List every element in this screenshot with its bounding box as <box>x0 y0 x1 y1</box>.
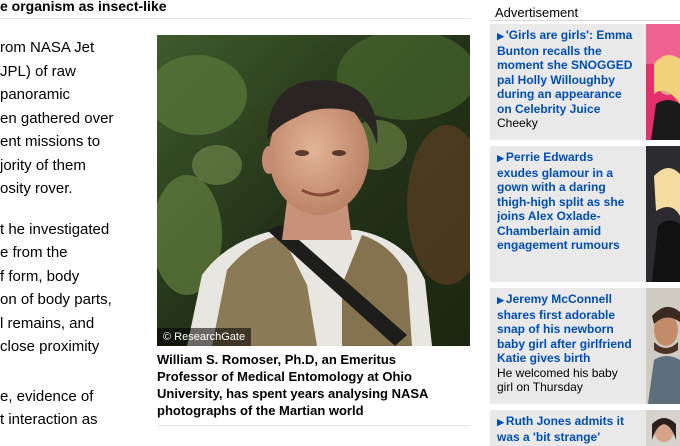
story-title[interactable]: ▶ Jeremy McConnell shares first adorable … <box>497 292 645 366</box>
photo-caption: William S. Romoser, Ph.D, an Emeritus Pr… <box>157 351 470 419</box>
sidebar-story-emma-bunton[interactable]: ▶ 'Girls are girls': Emma Bunton recalls … <box>490 24 680 140</box>
article-headline: e organism as insect-like <box>0 0 167 14</box>
portrait-illustration <box>157 35 470 346</box>
sidebar-story-jeremy-mcconnell[interactable]: ▶ Jeremy McConnell shares first adorable … <box>490 288 680 404</box>
article-line: close proximity <box>0 338 100 355</box>
article-line: e from the <box>0 244 68 261</box>
story-thumbnail[interactable] <box>646 24 680 140</box>
article-line: t interaction as <box>0 411 98 428</box>
portrait-photo[interactable]: © ResearchGate <box>157 35 470 346</box>
article-line: e, evidence of <box>0 387 94 405</box>
story-thumbnail[interactable] <box>646 146 680 282</box>
article-line: ent missions to <box>0 133 101 150</box>
caption-line: photographs of the Martian world <box>157 403 364 418</box>
article-line: JPL) of raw <box>0 62 76 80</box>
article-line: rom NASA Jet <box>0 39 95 56</box>
triangle-right-icon: ▶ <box>497 153 504 163</box>
article-paragraph-3: e, evidence of t interaction as <box>0 385 150 432</box>
sidebar-divider <box>490 20 680 21</box>
triangle-right-icon: ▶ <box>497 31 504 41</box>
sidebar-story-perrie-edwards[interactable]: ▶ Perrie Edwards exudes glamour in a gown… <box>490 146 680 282</box>
story-subtitle: girl on Thursday <box>497 380 583 394</box>
story-thumbnail[interactable] <box>646 410 680 446</box>
article-line: panoramic <box>0 86 71 103</box>
story-title[interactable]: ▶ Ruth Jones admits it was a 'bit strange… <box>497 414 645 444</box>
story-thumbnail[interactable] <box>646 288 680 404</box>
article-line: en gathered over <box>0 109 114 127</box>
article-line: t he investigated <box>0 220 110 238</box>
story-subtitle: He welcomed his baby <box>497 365 618 380</box>
caption-line: William S. Romoser, Ph.D, an Emeritus <box>157 352 397 367</box>
article-line: f form, body <box>0 267 80 285</box>
advertisement-label: Advertisement <box>495 5 579 20</box>
triangle-right-icon: ▶ <box>497 295 504 305</box>
article-line: jority of them <box>0 156 86 174</box>
article-body: rom NASA Jet JPL) of raw panoramic en ga… <box>0 36 150 432</box>
headline-divider <box>0 18 470 19</box>
article-line: on of body parts, <box>0 291 112 308</box>
article-figure: © ResearchGate William S. Romoser, Ph.D,… <box>157 35 470 426</box>
caption-line: University, has spent years analysing NA… <box>157 386 429 401</box>
photo-copyright: © ResearchGate <box>157 328 252 346</box>
story-title[interactable]: ▶ Perrie Edwards exudes glamour in a gown… <box>497 150 645 253</box>
caption-line: Professor of Medical Entomology at Ohio <box>157 369 412 384</box>
story-subtitle: Cheeky <box>497 116 538 130</box>
article-line: l remains, and <box>0 314 95 332</box>
caption-divider <box>157 425 470 426</box>
sidebar-story-ruth-jones[interactable]: ▶ Ruth Jones admits it was a 'bit strange… <box>490 410 680 446</box>
sidebar: Advertisement ▶ 'Girls are girls': Emma B… <box>490 0 680 446</box>
article-paragraph-2: t he investigated e from the f form, bod… <box>0 218 150 359</box>
article-line: osity rover. <box>0 180 73 197</box>
story-title[interactable]: ▶ 'Girls are girls': Emma Bunton recalls … <box>497 28 645 116</box>
article-paragraph-1: rom NASA Jet JPL) of raw panoramic en ga… <box>0 36 150 201</box>
triangle-right-icon: ▶ <box>497 417 504 427</box>
